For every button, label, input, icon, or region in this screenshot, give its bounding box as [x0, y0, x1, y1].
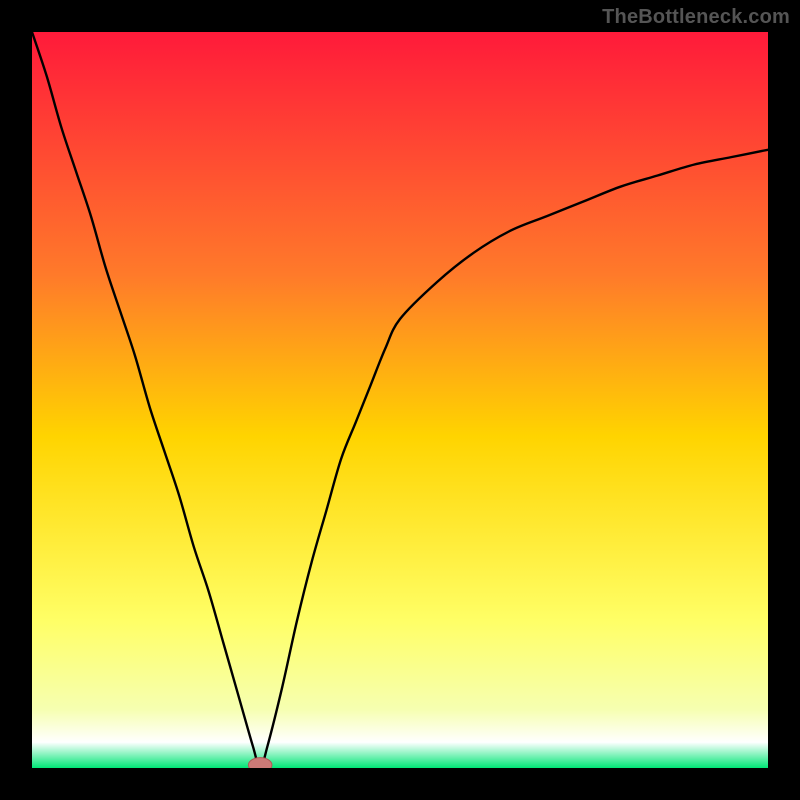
- minimum-marker: [248, 758, 272, 768]
- watermark-text: TheBottleneck.com: [602, 6, 790, 29]
- plot-area: [32, 32, 768, 768]
- outer-frame: TheBottleneck.com: [0, 0, 800, 800]
- gradient-background: [32, 32, 768, 768]
- chart-svg: [32, 32, 768, 768]
